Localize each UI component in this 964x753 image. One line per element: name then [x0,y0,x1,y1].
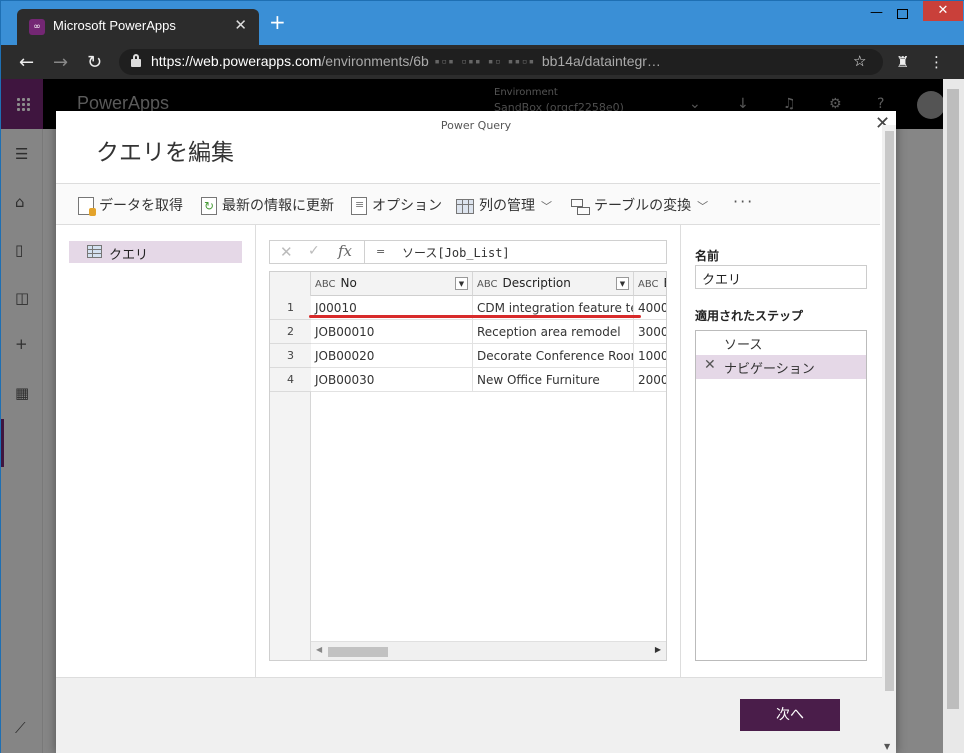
scroll-left-icon[interactable]: ◀ [316,645,322,654]
more-options-button[interactable]: ··· [733,192,754,211]
close-window-button[interactable]: ✕ [923,1,963,21]
columns-grid-icon [456,198,474,214]
minimize-button[interactable]: — [870,5,883,20]
back-icon[interactable]: ← [19,52,34,73]
grid-horizontal-scrollbar[interactable]: ◀ ▶ [311,641,666,660]
ribbon: データを取得 最新の情報に更新 オプション 列の管理﹀ テーブルの変換﹀ ··· [56,183,880,225]
commit-formula-icon[interactable]: ✓ [308,243,320,259]
text-type-icon[interactable]: ABC [315,279,336,290]
applied-steps-label: 適用されたステップ [695,309,804,323]
table-cell[interactable]: Decorate Conference Room [473,344,634,368]
scroll-thumb[interactable] [328,647,388,657]
incognito-icon[interactable]: ♜ [896,53,909,71]
bookmark-star-icon[interactable]: ☆ [853,52,866,70]
new-tab-button[interactable]: + [269,12,286,32]
url-input[interactable]: https://web.powerapps.com/environments/6… [119,49,883,75]
chevron-down-icon: ﹀ [541,200,552,213]
column-filter-dropdown-icon[interactable]: ▼ [616,277,629,290]
get-data-icon [78,197,96,216]
table-cell[interactable]: 20000 [634,368,666,392]
dialog-scrollbar[interactable]: ▼ [882,125,896,753]
url-text: https://web.powerapps.com/environments/6… [151,53,661,69]
column-header-no[interactable]: ABC No ▼ [311,272,473,296]
table-cell[interactable]: 30000 [634,320,666,344]
powerapps-favicon-icon: ∞ [29,19,45,35]
browser-window: ∞ Microsoft PowerApps ✕ + — ✕ ← → ↻ http… [0,0,964,753]
scroll-right-icon[interactable]: ▶ [655,645,661,654]
options-icon [351,197,367,215]
reload-icon[interactable]: ↻ [87,52,102,73]
refresh-icon [201,197,217,215]
column-header-description[interactable]: ABC Description ▼ [473,272,634,296]
table-cell[interactable]: JOB00010 [311,320,473,344]
query-settings-pane: 名前 クエリ 適用されたステップ ソース ✕ ナビゲーション [680,225,880,677]
options-button[interactable]: オプション [351,195,442,215]
table-cell[interactable]: New Office Furniture [473,368,634,392]
dialog-title: クエリを編集 [96,140,234,166]
formula-equals: = [376,245,386,258]
table-cell[interactable]: JOB00030 [311,368,473,392]
tab-strip: ∞ Microsoft PowerApps ✕ + — ✕ [1,1,964,45]
query-name-input[interactable]: クエリ [695,265,867,289]
delete-step-icon[interactable]: ✕ [704,357,716,373]
table-cell[interactable]: 10000 [634,344,666,368]
column-header-bi[interactable]: ABCBi [634,272,666,296]
text-type-icon[interactable]: ABC [638,279,659,290]
fx-icon[interactable]: fx [338,242,352,260]
text-type-icon[interactable]: ABC [477,279,498,290]
forward-icon[interactable]: → [53,52,68,73]
queries-pane: クエリ [56,225,256,677]
manage-columns-button[interactable]: 列の管理 ﹀ [456,195,552,215]
dialog-app-name: Power Query [440,119,512,132]
transform-table-icon [571,197,590,215]
name-label: 名前 [695,249,720,263]
row-number: 2 [270,320,311,344]
refresh-button[interactable]: 最新の情報に更新 [201,195,334,215]
query-item-label: クエリ [109,248,149,263]
chevron-down-icon: ﹀ [697,200,709,213]
transform-table-button[interactable]: テーブルの変換 ﹀ [571,195,708,215]
table-cell[interactable]: JOB00020 [311,344,473,368]
row-number: 4 [270,368,311,392]
tab-title: Microsoft PowerApps [53,18,176,33]
query-item[interactable]: クエリ [69,241,242,263]
applied-steps-list: ソース ✕ ナビゲーション [695,330,867,661]
dialog-footer: 次へ [56,677,882,753]
get-data-button[interactable]: データを取得 [78,195,183,216]
cancel-formula-icon[interactable]: ✕ [280,243,293,261]
browser-tab[interactable]: ∞ Microsoft PowerApps ✕ [17,9,259,45]
formula-bar: ✕ ✓ fx = ソース[Job_List] [269,240,667,264]
address-bar: ← → ↻ https://web.powerapps.com/environm… [1,45,964,79]
highlight-underline [309,315,641,318]
page-scrollbar[interactable] [943,79,964,753]
tab-close-icon[interactable]: ✕ [234,16,247,34]
lock-icon [131,54,141,67]
maximize-button[interactable] [897,9,908,19]
row-number: 3 [270,344,311,368]
formula-input[interactable]: ソース[Job_List] [402,244,510,261]
column-filter-dropdown-icon[interactable]: ▼ [455,277,468,290]
data-preview-grid: ABCNo ▼ ABCDescription ▼ ABCBi 1 J00010 … [269,271,667,661]
row-number: 1 [270,296,311,320]
menu-dots-icon[interactable]: ⋮ [929,53,944,71]
step-item-navigation[interactable]: ✕ ナビゲーション [696,355,866,379]
step-item-source[interactable]: ソース [696,331,866,355]
table-icon [87,245,102,258]
table-cell[interactable]: Reception area remodel [473,320,634,344]
edit-query-dialog: Power Query ✕ クエリを編集 ▼ データを取得 最新の情報に更新 オ… [56,111,896,753]
next-button[interactable]: 次へ [740,699,840,731]
